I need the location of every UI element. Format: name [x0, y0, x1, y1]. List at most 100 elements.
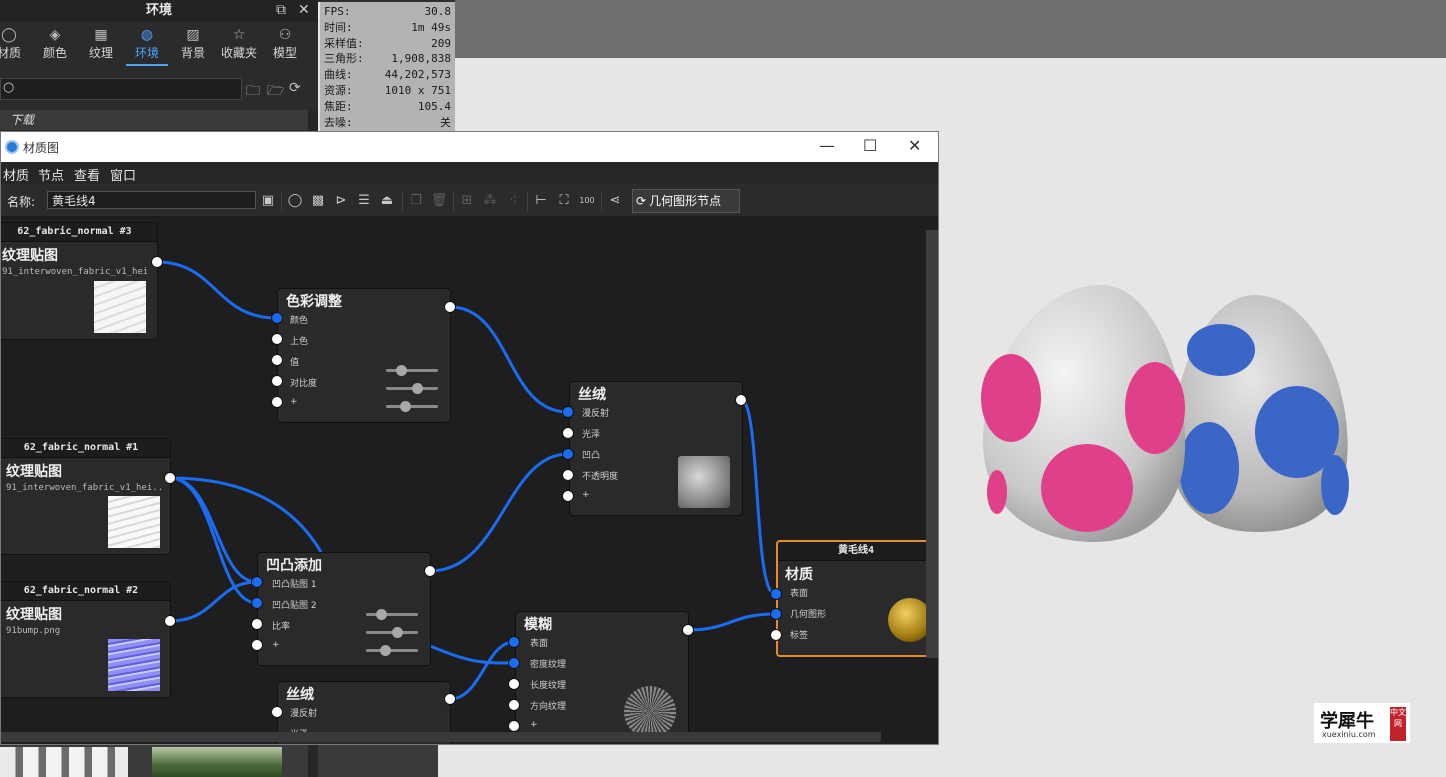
- texture-thumbnail: [94, 281, 146, 333]
- add-folder-icon[interactable]: 🗀: [246, 80, 260, 104]
- blur-node[interactable]: 模糊 表面 密度纹理 长度纹理 方向纹理 +: [515, 611, 689, 741]
- input-port[interactable]: [508, 720, 520, 732]
- globe-icon: ◍: [140, 27, 154, 43]
- input-port[interactable]: [508, 699, 520, 711]
- input-port[interactable]: [770, 629, 782, 641]
- horizontal-scrollbar[interactable]: [1, 732, 881, 742]
- node-title: 纹理贴图: [6, 464, 62, 480]
- download-category[interactable]: 下载: [0, 110, 308, 130]
- tab-background[interactable]: ▨ 背景: [170, 26, 216, 64]
- search-input[interactable]: ○: [0, 78, 242, 100]
- node-graph-canvas[interactable]: 62_fabric_normal #3 纹理贴图 91_interwoven_f…: [1, 218, 938, 744]
- sphere-preview-icon[interactable]: ◯: [285, 191, 305, 211]
- menu-material[interactable]: 材质: [3, 165, 29, 184]
- input-port[interactable]: [562, 448, 574, 460]
- input-port[interactable]: [508, 636, 520, 648]
- output-port[interactable]: [164, 615, 176, 627]
- env-thumbnail[interactable]: [152, 747, 282, 777]
- undock-icon[interactable]: ⧉: [276, 2, 286, 18]
- models-icon: ⚇: [278, 27, 292, 43]
- input-port[interactable]: [562, 469, 574, 481]
- input-port[interactable]: [562, 406, 574, 418]
- ungroup-icon[interactable]: ⁖: [503, 191, 523, 211]
- input-port[interactable]: [251, 576, 263, 588]
- tab-environment[interactable]: ◍ 环境: [124, 26, 170, 66]
- input-port[interactable]: [271, 354, 283, 366]
- toolbar-divider: [527, 191, 528, 211]
- save-icon[interactable]: ▣: [258, 191, 278, 211]
- close-icon[interactable]: ✕: [298, 2, 310, 18]
- wire: [169, 476, 258, 584]
- wire: [687, 612, 776, 632]
- input-label: 凹凸贴图 2: [272, 601, 317, 611]
- sliders-icon[interactable]: ☰: [354, 191, 374, 211]
- wire: [449, 640, 515, 701]
- add-node-icon[interactable]: ⊞: [457, 191, 477, 211]
- input-port[interactable]: [508, 678, 520, 690]
- folder-icon[interactable]: 🗁: [267, 80, 284, 104]
- texture-node-1[interactable]: 62_fabric_normal #1 纹理贴图 91_interwoven_f…: [1, 438, 171, 555]
- color-adjust-node[interactable]: 色彩调整 颜色 上色 值 对比度 +: [277, 288, 451, 423]
- input-port[interactable]: [562, 427, 574, 439]
- output-port[interactable]: [424, 565, 436, 577]
- vertical-scrollbar[interactable]: [926, 230, 938, 658]
- tab-favorites[interactable]: ☆ 收藏夹: [216, 26, 262, 64]
- toolbar-divider: [601, 191, 602, 211]
- input-port[interactable]: [251, 618, 263, 630]
- delete-icon[interactable]: 🗑: [429, 191, 449, 211]
- close-button[interactable]: ✕: [908, 136, 921, 155]
- geometry-node-button[interactable]: ⟳ 几何图形节点: [632, 189, 740, 213]
- checker-icon[interactable]: ▩: [308, 191, 328, 211]
- minimize-button[interactable]: —: [819, 136, 835, 155]
- input-port[interactable]: [271, 396, 283, 408]
- zoom-100-icon[interactable]: 100: [577, 191, 597, 211]
- layout-icon[interactable]: ⊢: [531, 191, 551, 211]
- output-port[interactable]: [735, 394, 747, 406]
- output-port[interactable]: [682, 624, 694, 636]
- refresh-icon: ⟳: [636, 194, 647, 208]
- copy-icon[interactable]: ❐: [406, 191, 426, 211]
- tab-material[interactable]: ◯ 材质: [0, 26, 32, 64]
- input-port[interactable]: [271, 312, 283, 324]
- scrollbar[interactable]: [308, 744, 318, 777]
- tab-models[interactable]: ⚇ 模型: [262, 26, 308, 64]
- texture-node-3[interactable]: 62_fabric_normal #3 纹理贴图 91_interwoven_f…: [1, 222, 158, 340]
- bump-add-node[interactable]: 凹凸添加 凹凸贴图 1 凹凸贴图 2 比率 +: [257, 552, 431, 666]
- output-port[interactable]: [151, 256, 163, 268]
- input-port[interactable]: [271, 333, 283, 345]
- tab-texture[interactable]: ▦ 纹理: [78, 26, 124, 64]
- input-port[interactable]: [508, 657, 520, 669]
- input-port[interactable]: [251, 639, 263, 651]
- menu-node[interactable]: 节点: [38, 165, 64, 184]
- node-header: 62_fabric_normal #3: [1, 223, 157, 242]
- velvet-node[interactable]: 丝绒 漫反射 光泽 凹凸 不透明度 +: [569, 381, 743, 516]
- input-label: 几何图形: [790, 610, 827, 620]
- menu-view[interactable]: 查看: [74, 165, 100, 184]
- output-port[interactable]: [444, 693, 456, 705]
- material-node[interactable]: 黄毛线4 材质 表面 几何图形 标签: [776, 540, 936, 657]
- refresh-icon[interactable]: ⟳: [289, 80, 301, 96]
- input-port[interactable]: [562, 490, 574, 502]
- maximize-button[interactable]: ☐: [863, 136, 877, 155]
- back-egg: [1171, 295, 1349, 532]
- input-port[interactable]: [251, 597, 263, 609]
- texture-node-2[interactable]: 62_fabric_normal #2 纹理贴图 91bump.png: [1, 581, 171, 698]
- search-icon: ○: [3, 80, 15, 95]
- input-port[interactable]: [770, 588, 782, 600]
- play-icon[interactable]: ⊳: [331, 191, 351, 211]
- group-icon[interactable]: ⁂: [480, 191, 500, 211]
- env-thumbnail[interactable]: [0, 747, 128, 777]
- name-field[interactable]: 黄毛线4: [47, 191, 256, 209]
- output-port[interactable]: [444, 301, 456, 313]
- tab-color[interactable]: ◈ 颜色: [32, 26, 78, 64]
- bucket-icon[interactable]: ⏏: [377, 191, 397, 211]
- fit-view-icon[interactable]: ⛶: [554, 191, 574, 211]
- input-port[interactable]: [770, 608, 782, 620]
- input-port[interactable]: [271, 375, 283, 387]
- menu-window[interactable]: 窗口: [110, 165, 136, 184]
- stat-row: FPS: 30.8: [324, 5, 451, 18]
- output-port[interactable]: [164, 472, 176, 484]
- share-icon[interactable]: ⋖: [605, 191, 625, 211]
- input-label: 上色: [290, 337, 309, 347]
- input-port[interactable]: [271, 706, 283, 718]
